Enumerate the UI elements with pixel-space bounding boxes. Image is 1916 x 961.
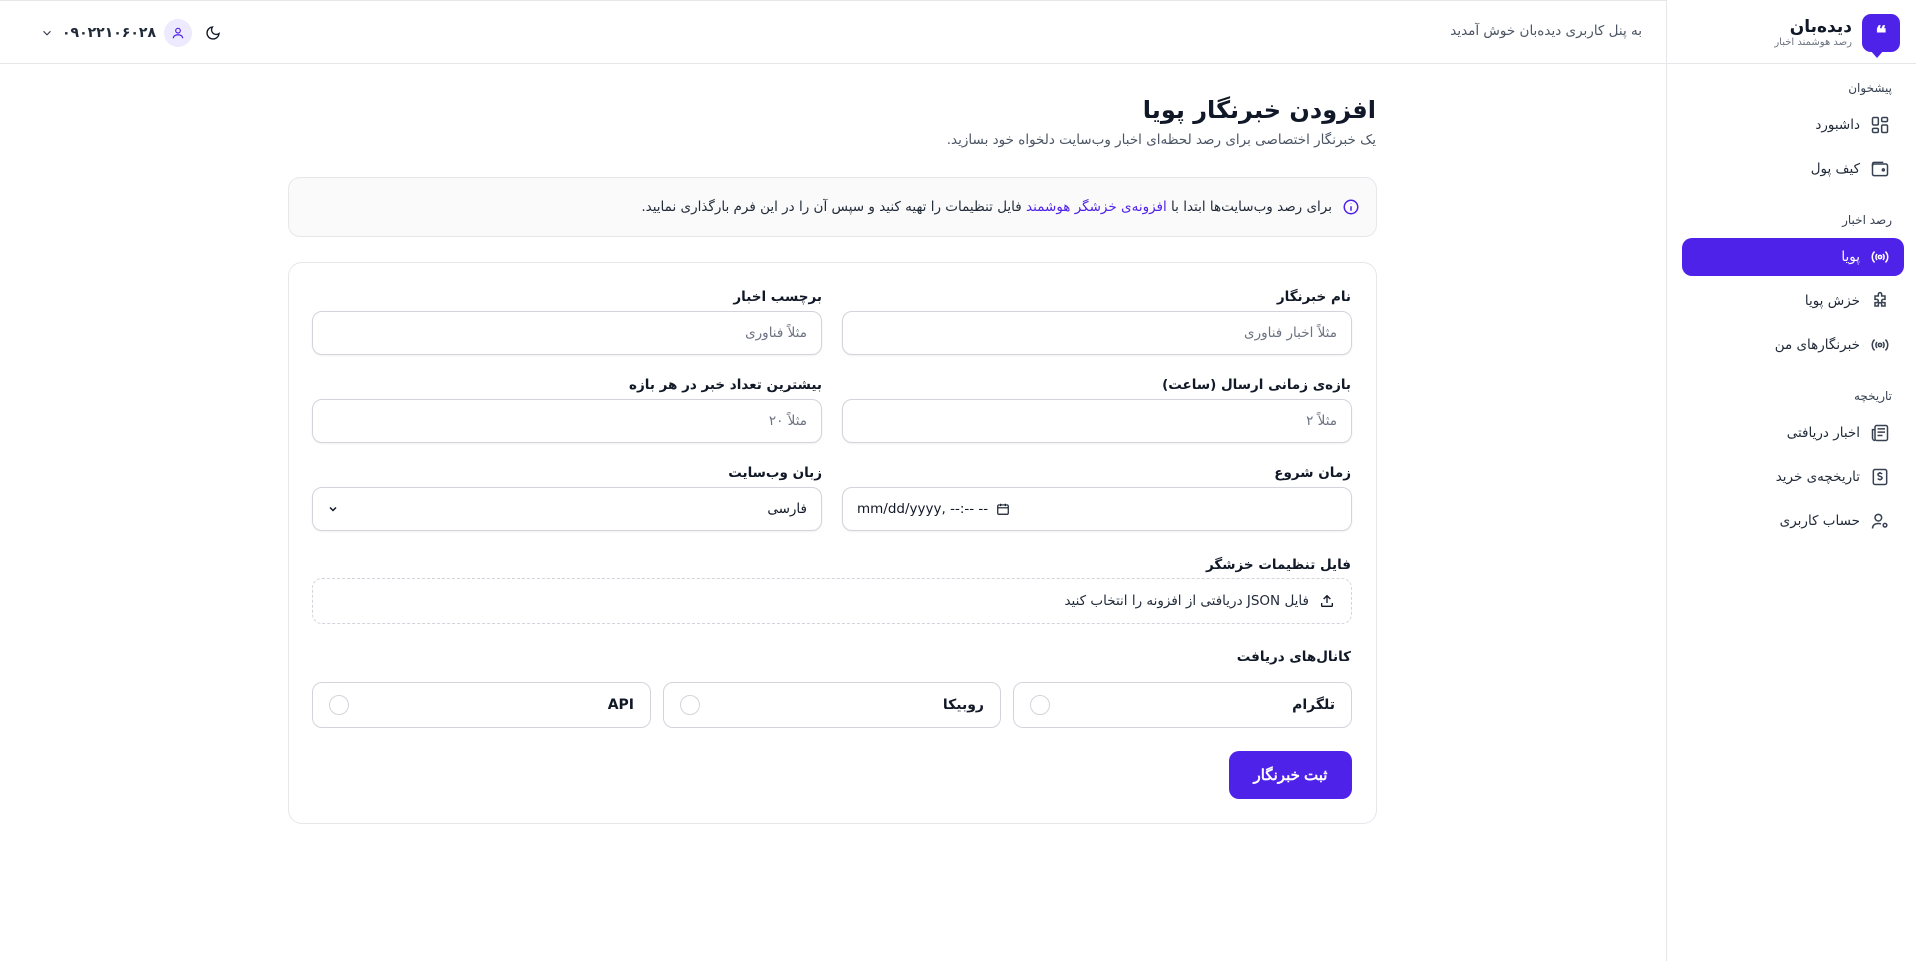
dashboard-icon bbox=[1871, 116, 1889, 134]
submit-reporter-button[interactable]: ثبت خبرنگار bbox=[1229, 751, 1352, 799]
max-news-input[interactable]: مثلاً ۲۰ bbox=[312, 399, 822, 443]
sidebar-item-my-reporters[interactable]: خبرنگارهای من bbox=[1682, 326, 1904, 364]
info-notice: برای رصد وب‌سایت‌ها ابتدا با افزونه‌ی خز… bbox=[288, 177, 1377, 237]
user-icon bbox=[172, 27, 184, 39]
sidebar-item-label: خزش پویا bbox=[1804, 293, 1860, 309]
sidebar-item-label: خبرنگارهای من bbox=[1774, 337, 1860, 353]
page-subtitle: یک خبرنگار اختصاصی برای رصد لحظه‌ای اخبا… bbox=[946, 132, 1376, 148]
channel-radio[interactable] bbox=[680, 695, 700, 715]
channel-option-telegram[interactable]: تلگرام bbox=[1013, 682, 1352, 728]
notice-text-after: فایل تنظیمات را تهیه کنید و سپس آن را در… bbox=[641, 199, 1022, 215]
sidebar-section-title: تاریخچه bbox=[1853, 389, 1892, 403]
channel-radio[interactable] bbox=[1030, 695, 1050, 715]
sidebar-item-account[interactable]: حساب کاربری bbox=[1682, 502, 1904, 540]
brand-name: دیده‌بان bbox=[1789, 17, 1852, 37]
sidebar-item-dynamic[interactable]: پویا bbox=[1682, 238, 1904, 276]
brand[interactable]: ❝ دیده‌بان رصد هوشمند اخبار bbox=[1774, 14, 1900, 58]
info-icon bbox=[1343, 199, 1359, 215]
sidebar-item-label: پویا bbox=[1841, 249, 1860, 265]
page-title: افزودن خبرنگار پویا bbox=[1142, 96, 1376, 124]
top-header: به پنل کاربری دیده‌بان خوش آمدید ۰۹۰۲۲۱۰… bbox=[0, 0, 1666, 64]
news-tag-input[interactable]: مثلاً فناوری bbox=[312, 311, 822, 355]
moon-icon[interactable] bbox=[205, 25, 221, 41]
channels-label: کانال‌های دریافت bbox=[1236, 649, 1351, 665]
welcome-text: به پنل کاربری دیده‌بان خوش آمدید bbox=[1450, 23, 1642, 39]
send-interval-input[interactable]: مثلاً ۲ bbox=[842, 399, 1352, 443]
sidebar-item-label: حساب کاربری bbox=[1779, 513, 1860, 529]
sidebar-item-label: کیف پول bbox=[1810, 161, 1860, 177]
news-tag-label: برچسب اخبار bbox=[733, 289, 822, 305]
channel-option-api[interactable]: API bbox=[312, 682, 651, 728]
user-gear-icon bbox=[1871, 513, 1888, 529]
site-language-select[interactable]: فارسی bbox=[312, 487, 822, 531]
user-phone: ۰۹۰۲۲۱۰۶۰۲۸ bbox=[62, 25, 156, 41]
reporter-name-input[interactable]: مثلاً اخبار فناوری bbox=[842, 311, 1352, 355]
send-interval-label: بازه‌ی زمانی ارسال (ساعت) bbox=[1162, 377, 1351, 393]
sidebar-section-title: رصد اخبار bbox=[1842, 213, 1892, 227]
start-time-label: زمان شروع bbox=[1274, 465, 1351, 481]
site-language-label: زبان وب‌سایت bbox=[728, 465, 822, 481]
puzzle-icon bbox=[1874, 291, 1886, 307]
site-language-value: فارسی bbox=[767, 501, 807, 517]
crawler-file-label: فایل تنظیمات خزشگر bbox=[1205, 557, 1351, 573]
newspaper-icon bbox=[1871, 424, 1889, 442]
chevron-down-icon bbox=[329, 506, 337, 512]
broadcast-icon bbox=[1871, 251, 1889, 263]
notice-text-before: برای رصد وب‌سایت‌ها ابتدا با bbox=[1171, 199, 1332, 215]
sidebar-item-label: اخبار دریافتی bbox=[1786, 425, 1860, 441]
divider bbox=[1667, 63, 1916, 64]
sidebar-item-received-news[interactable]: اخبار دریافتی bbox=[1682, 414, 1904, 452]
wallet-icon bbox=[1871, 161, 1889, 177]
channel-radio[interactable] bbox=[329, 695, 349, 715]
sidebar-item-dynamic-crawl[interactable]: خزش پویا bbox=[1682, 282, 1904, 320]
start-time-value: mm/dd/yyyy, --:-- -- bbox=[857, 501, 989, 517]
channel-option-rubika[interactable]: روبیکا bbox=[663, 682, 1001, 728]
start-time-input[interactable]: mm/dd/yyyy, --:-- -- bbox=[842, 487, 1352, 531]
sidebar-item-label: داشبورد bbox=[1815, 117, 1860, 133]
upload-icon bbox=[1321, 594, 1333, 607]
brand-logo-icon: ❝ bbox=[1862, 14, 1900, 58]
sidebar-item-dashboard[interactable]: داشبورد bbox=[1682, 106, 1904, 144]
avatar[interactable] bbox=[164, 19, 192, 47]
crawler-file-upload[interactable]: فایل JSON دریافتی از افزونه را انتخاب کن… bbox=[312, 578, 1352, 624]
sidebar: ❝ دیده‌بان رصد هوشمند اخبار پیشخوان داشب… bbox=[1666, 0, 1916, 961]
brand-tagline: رصد هوشمند اخبار bbox=[1774, 37, 1852, 48]
sidebar-section-title: پیشخوان bbox=[1848, 81, 1892, 95]
max-news-label: بیشترین تعداد خبر در هر بازه bbox=[629, 377, 822, 393]
sidebar-item-wallet[interactable]: کیف پول bbox=[1682, 150, 1904, 188]
sidebar-item-purchase-history[interactable]: تاریخچه‌ی خرید bbox=[1682, 458, 1904, 496]
crawler-extension-link[interactable]: افزونه‌ی خزشگر هوشمند bbox=[1026, 199, 1167, 215]
chevron-down-icon bbox=[43, 30, 51, 36]
reporter-name-label: نام خبرنگار bbox=[1276, 289, 1351, 305]
broadcast-icon bbox=[1871, 339, 1889, 351]
receipt-icon bbox=[1872, 468, 1888, 486]
calendar-icon[interactable] bbox=[996, 502, 1010, 516]
user-menu[interactable]: ۰۹۰۲۲۱۰۶۰۲۸ bbox=[40, 19, 192, 47]
crawler-file-text: فایل JSON دریافتی از افزونه را انتخاب کن… bbox=[1064, 593, 1309, 609]
sidebar-item-label: تاریخچه‌ی خرید bbox=[1775, 469, 1860, 485]
